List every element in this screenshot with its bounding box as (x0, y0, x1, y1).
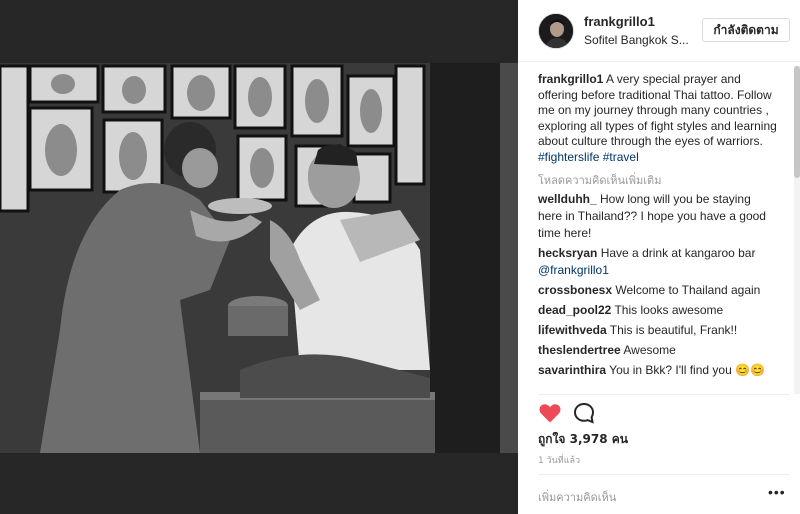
post-caption: frankgrillo1 A very special prayer and o… (538, 72, 778, 166)
comment-text: Have a drink at kangaroo bar (597, 245, 756, 260)
heart-icon[interactable] (538, 401, 562, 425)
hashtag-link[interactable]: #fighterslife (538, 150, 599, 164)
caption-username[interactable]: frankgrillo1 (538, 72, 603, 86)
comment-username[interactable]: lifewithveda (538, 323, 607, 337)
post-header: frankgrillo1 Sofitel Bangkok S... กำลังต… (518, 0, 800, 62)
speech-bubble-icon[interactable] (572, 401, 596, 425)
divider (538, 394, 790, 395)
comment-text: This is beautiful, Frank!! (606, 322, 738, 337)
hashtag-link[interactable]: #travel (603, 150, 639, 164)
avatar-image (539, 14, 573, 48)
list-item: crossbonesx Welcome to Thailand again (538, 282, 778, 299)
list-item: theslendertree Awesome (538, 342, 778, 359)
comment-username[interactable]: wellduhh_ (538, 192, 597, 206)
comments-scrollbar[interactable] (794, 66, 800, 394)
comments-list[interactable]: frankgrillo1 A very special prayer and o… (538, 72, 800, 390)
list-item: dead_pool22 This looks awesome (538, 302, 778, 319)
scrollbar-thumb[interactable] (794, 66, 800, 178)
list-item: hecksryan Have a drink at kangaroo bar @… (538, 245, 778, 279)
comment-text: Welcome to Thailand again (612, 282, 761, 297)
avatar[interactable] (538, 13, 574, 49)
comment-text: This looks awesome (611, 302, 724, 317)
author-username[interactable]: frankgrillo1 (584, 14, 655, 29)
comment-username[interactable]: crossbonesx (538, 283, 612, 297)
post-sidebar: frankgrillo1 Sofitel Bangkok S... กำลังต… (518, 0, 800, 514)
comment-username[interactable]: theslendertree (538, 343, 621, 357)
post-photo[interactable] (0, 0, 518, 514)
comment-text: You in Bkk? I'll find you 😊😊 (606, 362, 765, 377)
comment-text: Awesome (620, 342, 676, 357)
more-options-icon[interactable]: ••• (768, 484, 786, 500)
post-timestamp[interactable]: 1 วันที่แล้ว (538, 453, 580, 467)
add-comment-input[interactable]: เพิ่มความคิดเห็น (538, 488, 616, 506)
comment-username[interactable]: dead_pool22 (538, 303, 611, 317)
list-item: lifewithveda This is beautiful, Frank!! (538, 322, 778, 339)
likes-count[interactable]: ถูกใจ 3,978 คน (538, 430, 628, 449)
comment-username[interactable]: savarinthira (538, 363, 606, 377)
photo-illustration (0, 0, 518, 514)
list-item: wellduhh_ How long will you be staying h… (538, 191, 778, 242)
list-item: savarinthira You in Bkk? I'll find you 😊… (538, 362, 778, 379)
post-location[interactable]: Sofitel Bangkok S... (584, 33, 694, 47)
comment-username[interactable]: hecksryan (538, 246, 597, 260)
divider (538, 474, 790, 475)
mention-link[interactable]: @frankgrillo1 (538, 263, 609, 277)
following-button[interactable]: กำลังติดตาม (702, 18, 790, 42)
load-more-comments-link[interactable]: โหลดความคิดเห็นเพิ่มเติม (538, 172, 800, 189)
